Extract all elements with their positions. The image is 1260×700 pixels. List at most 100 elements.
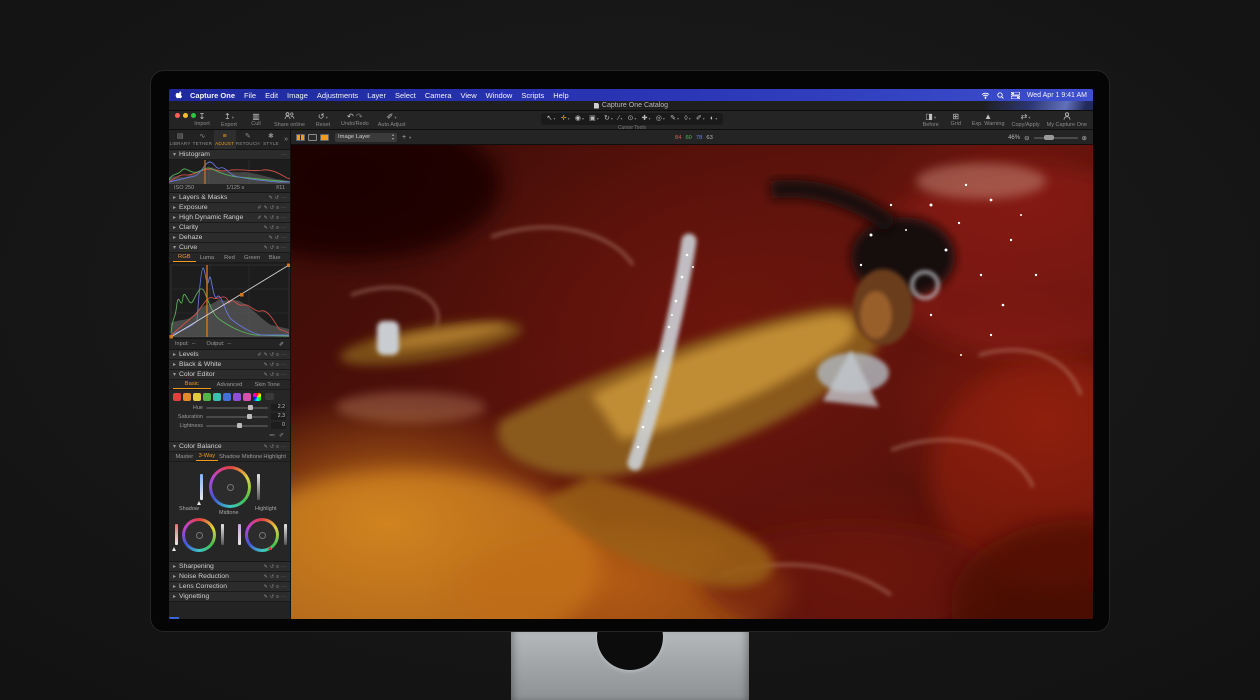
minimize-button[interactable] [183, 113, 188, 118]
cb-tab-master[interactable]: Master [173, 453, 196, 461]
brush-icon[interactable]: ✎ [264, 372, 268, 378]
panel-high-dynamic-range[interactable]: ▸ High Dynamic Range ✐✎↺≡⋯ [169, 213, 290, 223]
reset-icon[interactable]: ↺ [270, 594, 274, 600]
cb-tab-highlight[interactable]: Highlight [263, 453, 286, 461]
brush-icon[interactable]: ✎ [264, 205, 268, 211]
tab-tether[interactable]: ∿TETHER [191, 130, 213, 149]
menu-item-select[interactable]: Select [395, 91, 416, 100]
spot-removal-tool[interactable]: ⊙▾ [628, 114, 637, 124]
panel-noise-reduction[interactable]: ▸ Noise Reduction ✎↺≡⋯ [169, 572, 290, 582]
white-balance-tool[interactable]: ◐▾ [710, 114, 717, 124]
picker-icon[interactable]: ✐ [257, 215, 261, 221]
panel-color-editor[interactable]: ▾ Color Editor ✎↺≡⋯ [169, 370, 290, 380]
wifi-icon[interactable] [981, 92, 990, 99]
highlight-right-slider[interactable] [284, 524, 287, 545]
panel-lens-correction[interactable]: ▸ Lens Correction ✎↺≡⋯ [169, 582, 290, 592]
panel-dehaze[interactable]: ▸ Dehaze ✎↺⋯ [169, 233, 290, 243]
more-icon[interactable]: ⋯ [281, 215, 286, 221]
reset-icon[interactable]: ↺ [270, 205, 274, 211]
menu-item-window[interactable]: Window [486, 91, 513, 100]
menu-item-file[interactable]: File [244, 91, 256, 100]
share-online-button[interactable]: Share online [274, 112, 305, 128]
swatch-green[interactable] [203, 393, 211, 401]
more-icon[interactable]: ⋯ [281, 245, 286, 251]
apple-menu-icon[interactable] [175, 91, 183, 99]
undo-icon[interactable]: ↶ [347, 112, 354, 121]
clone-tool[interactable]: ◎▾ [656, 114, 665, 124]
swatch-purple[interactable] [233, 393, 241, 401]
menu-item-scripts[interactable]: Scripts [521, 91, 544, 100]
swatch-magenta[interactable] [243, 393, 251, 401]
presets-icon[interactable]: ≡ [276, 245, 279, 251]
menu-item-app[interactable]: Capture One [190, 91, 235, 100]
shadow-wheel[interactable] [182, 518, 216, 552]
presets-icon[interactable]: ≡ [276, 372, 279, 378]
presets-icon[interactable]: ≡ [276, 594, 279, 600]
reset-icon[interactable]: ↺ [270, 362, 274, 368]
brush-icon[interactable]: ✎ [269, 235, 273, 241]
more-icon[interactable]: ⋯ [281, 152, 286, 158]
reset-icon[interactable]: ↺ [275, 235, 279, 241]
panel-histogram[interactable]: ▾ Histogram ⋯ [169, 150, 290, 160]
panel-black-white[interactable]: ▸ Black & White ✎↺≡⋯ [169, 360, 290, 370]
brush-icon[interactable]: ✎ [264, 584, 268, 590]
more-tabs-icon[interactable]: » [282, 130, 290, 149]
picker-icon[interactable]: ✐ [257, 352, 261, 358]
multi-view-icon[interactable] [296, 134, 305, 141]
more-icon[interactable]: ⋯ [281, 584, 286, 590]
layer-selector[interactable]: Image Layer ▴▾ [335, 133, 397, 142]
ce-tab-skin-tone[interactable]: Skin Tone [248, 381, 286, 389]
brush-icon[interactable]: ✎ [264, 594, 268, 600]
select-tool[interactable]: ↖▾ [547, 114, 556, 124]
zoom-in-icon[interactable]: ⊕ [1082, 134, 1087, 142]
more-icon[interactable]: ⋯ [281, 444, 286, 450]
menu-item-help[interactable]: Help [553, 91, 568, 100]
brush-icon[interactable]: ✎ [264, 245, 268, 251]
shadow-right-slider[interactable] [221, 524, 224, 545]
menu-item-camera[interactable]: Camera [425, 91, 452, 100]
reset-icon[interactable]: ↺ [270, 584, 274, 590]
brush-icon[interactable]: ✎ [264, 225, 268, 231]
brush-icon[interactable]: ✎ [264, 444, 268, 450]
auto-adjust-button[interactable]: ✐▾Auto Adjust [378, 112, 406, 128]
more-icon[interactable]: ⋯ [281, 195, 286, 201]
panel-levels[interactable]: ▸ Levels ✐✎↺≡⋯ [169, 350, 290, 360]
grid-button[interactable]: ⊞Grid [947, 112, 965, 128]
reset-button[interactable]: ↺▾Reset [314, 112, 332, 128]
presets-icon[interactable]: ≡ [276, 205, 279, 211]
swatch-yellow[interactable] [193, 393, 201, 401]
curve-tab-blue[interactable]: Blue [263, 254, 286, 262]
reset-icon[interactable]: ↺ [275, 195, 279, 201]
saturation-value[interactable]: 2.3 [271, 413, 286, 420]
exposure-warning-button[interactable]: ▲Exp. Warning [972, 112, 1005, 128]
view-selected-icon[interactable]: ≕ [269, 433, 275, 439]
swatch-more-button[interactable] [265, 393, 274, 400]
undo-redo-buttons[interactable]: ↶ ↷Undo/Redo [341, 112, 369, 128]
curve-tab-luma[interactable]: Luma [196, 254, 219, 262]
swatch-all-colors[interactable] [253, 393, 261, 401]
copy-apply-button[interactable]: ⇄▾Copy/Apply [1012, 112, 1040, 128]
panel-color-balance[interactable]: ▾ Color Balance ✎↺≡⋯ [169, 442, 290, 452]
brush-icon[interactable]: ✎ [269, 195, 273, 201]
presets-icon[interactable]: ≡ [276, 225, 279, 231]
reset-icon[interactable]: ↺ [270, 444, 274, 450]
zoom-out-icon[interactable]: ⊖ [1024, 134, 1029, 142]
lightness-value[interactable]: 0 [271, 422, 286, 429]
reset-icon[interactable]: ↺ [270, 372, 274, 378]
highlight-wheel[interactable] [245, 518, 279, 552]
crop-tool[interactable]: ▣▾ [589, 114, 599, 124]
midtone-wheel[interactable] [209, 466, 251, 508]
import-button[interactable]: ↧Import [193, 112, 211, 128]
tab-adjust[interactable]: ≡ADJUST [214, 130, 236, 149]
more-icon[interactable]: ⋯ [281, 564, 286, 570]
panel-exposure[interactable]: ▸ Exposure ✐✎↺≡⋯ [169, 203, 290, 213]
color-picker-icon[interactable]: ✐ [279, 433, 284, 439]
panel-vignetting[interactable]: ▸ Vignetting ✎↺≡⋯ [169, 592, 290, 602]
brush-icon[interactable]: ✎ [264, 574, 268, 580]
presets-icon[interactable]: ≡ [276, 564, 279, 570]
zoom-slider[interactable] [1034, 137, 1078, 139]
cull-button[interactable]: ▥Cull [247, 112, 265, 128]
swatch-blue[interactable] [223, 393, 231, 401]
menu-item-edit[interactable]: Edit [265, 91, 278, 100]
single-view-icon[interactable] [308, 134, 317, 141]
